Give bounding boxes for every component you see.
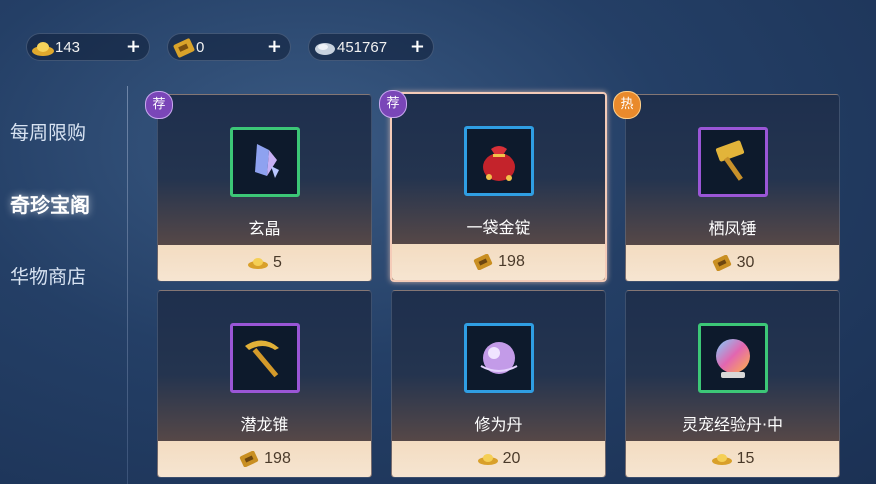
money-bag-icon [483,146,515,181]
item-icon-frame [698,127,768,197]
shop-item-card[interactable]: 修为丹 20 [391,290,606,478]
crystal-icon [255,144,279,178]
item-name: 一袋金锭 [466,218,531,237]
item-price-bar: 198 [392,244,605,280]
add-gold-ingot-button[interactable]: + [126,36,141,57]
item-icon-frame [464,126,534,196]
gold-ingot-icon [32,42,54,56]
sidebar-divider [127,86,128,484]
gold-ticket-icon [173,38,195,58]
item-icon-frame [230,127,300,197]
item-icon-frame [230,323,300,393]
recommended-badge: 荐 [379,90,407,118]
silver-currency: 451767 + [308,33,434,61]
currency-bar: 143 + 0 + 451767 + [26,33,434,61]
item-price: 15 [736,450,755,467]
sidebar-item-weekly-limited[interactable]: 每周限购 [0,110,120,182]
item-price-bar: 198 [158,441,371,477]
hot-badge: 热 [613,91,641,119]
pill-orb-icon [480,342,518,374]
gold-ticket-icon [712,255,731,271]
gold-ingot-amount: 143 [55,38,81,56]
item-price-bar: 20 [392,441,605,477]
hammer-icon [715,140,745,181]
gold-ingot-currency: 143 + [26,33,150,61]
item-price: 198 [264,450,291,467]
silver-icon [315,43,335,55]
shop-item-card[interactable]: 荐 玄晶 5 [145,91,372,282]
item-name: 修为丹 [474,415,523,434]
add-gold-ticket-button[interactable]: + [267,36,282,57]
item-price: 20 [502,450,521,467]
item-price-bar: 30 [626,245,839,281]
item-name: 潜龙锥 [240,415,289,434]
silver-amount: 451767 [337,38,388,56]
item-name: 灵宠经验丹·中 [681,415,784,434]
gold-ingot-icon [477,454,498,465]
item-price: 30 [736,254,755,271]
item-name: 栖凤锤 [708,219,757,238]
shop-category-sidebar: 每周限购 奇珍宝阁 华物商店 [0,110,120,326]
add-silver-button[interactable]: + [410,36,425,57]
shop-item-card[interactable]: 灵宠经验丹·中 15 [625,290,840,478]
shop-item-card[interactable]: 热 栖凤锤 30 [613,91,840,282]
item-name: 玄晶 [248,219,281,238]
item-icon-frame [464,323,534,393]
gold-ticket-currency: 0 + [167,33,291,61]
shop-item-card-selected[interactable]: 荐 一袋金锭 198 [379,90,607,282]
gold-ticket-icon [240,451,259,467]
gold-ingot-icon [248,258,269,269]
gold-ticket-amount: 0 [196,38,205,56]
gold-ticket-icon [474,254,493,270]
exp-orb-icon [716,339,750,378]
item-price-bar: 5 [158,245,371,281]
item-price-bar: 15 [626,441,839,477]
pickaxe-icon [245,340,279,378]
recommended-badge: 荐 [145,91,173,119]
item-price: 5 [273,254,282,271]
item-price: 198 [498,253,525,270]
gold-ingot-icon [711,454,732,465]
item-icon-frame [698,323,768,393]
shop-item-card[interactable]: 潜龙锥 198 [157,290,372,478]
sidebar-item-goods-store[interactable]: 华物商店 [0,254,120,326]
sidebar-item-treasure-pavilion[interactable]: 奇珍宝阁 [0,182,120,254]
